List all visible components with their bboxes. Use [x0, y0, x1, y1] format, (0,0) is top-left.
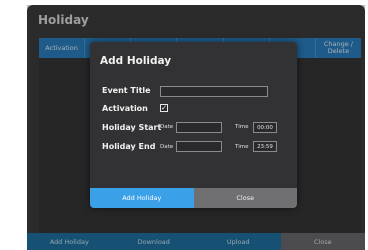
- end-time-input[interactable]: 23:59: [253, 141, 277, 152]
- start-time-input[interactable]: 00:00: [253, 122, 277, 133]
- event-title-label: Event Title: [102, 86, 151, 95]
- start-time-label: Time: [235, 124, 249, 130]
- add-holiday-button[interactable]: Add Holiday: [90, 188, 194, 208]
- start-date-input[interactable]: [176, 122, 222, 133]
- add-holiday-dialog: Add Holiday Event Title Activation ✓ Hol…: [90, 42, 297, 208]
- close-dialog-button[interactable]: Close: [193, 188, 297, 208]
- activation-label: Activation: [102, 104, 148, 113]
- end-date-label: Date: [160, 144, 174, 150]
- holiday-start-label: Holiday Start: [102, 123, 162, 132]
- end-date-input[interactable]: [176, 141, 222, 152]
- dialog-title: Add Holiday: [100, 55, 172, 67]
- dialog-button-bar: Add Holiday Close: [90, 188, 297, 208]
- activation-checkbox[interactable]: ✓: [160, 104, 168, 112]
- end-time-label: Time: [235, 144, 249, 150]
- checkmark-icon: ✓: [161, 104, 167, 112]
- holiday-end-label: Holiday End: [102, 142, 156, 151]
- start-date-label: Date: [160, 124, 174, 130]
- event-title-input[interactable]: [160, 86, 268, 97]
